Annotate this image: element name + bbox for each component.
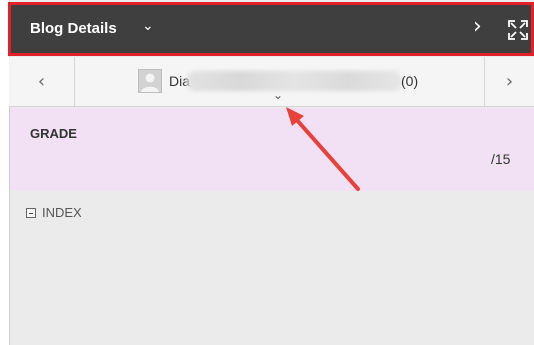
user-icon [141, 73, 159, 92]
next-student-button[interactable]: › [484, 57, 534, 106]
chevron-left-icon: ‹ [37, 71, 46, 92]
redacted-name-blur [187, 71, 402, 91]
index-toggle[interactable]: INDEX [26, 205, 82, 220]
chevron-right-icon: › [505, 71, 514, 92]
grade-section: GRADE /15 [10, 108, 534, 191]
student-count: (0) [401, 73, 419, 89]
chevron-right-icon[interactable]: › [473, 16, 482, 38]
student-navigator: ‹ Dia (0) ⌄ › [9, 57, 534, 107]
expand-icon[interactable] [506, 18, 530, 42]
chevron-down-icon[interactable]: ⌄ [273, 88, 283, 102]
index-label: INDEX [42, 205, 82, 220]
previous-student-button[interactable]: ‹ [9, 57, 75, 106]
grade-value[interactable]: /15 [491, 151, 510, 167]
collapse-box-icon[interactable] [26, 207, 36, 218]
chevron-down-icon[interactable]: ⌄ [142, 18, 154, 34]
blog-details-header: Blog Details ⌄ › [8, 2, 534, 56]
grade-label: GRADE [30, 126, 77, 141]
avatar [138, 69, 162, 93]
header-title[interactable]: Blog Details [30, 20, 117, 37]
